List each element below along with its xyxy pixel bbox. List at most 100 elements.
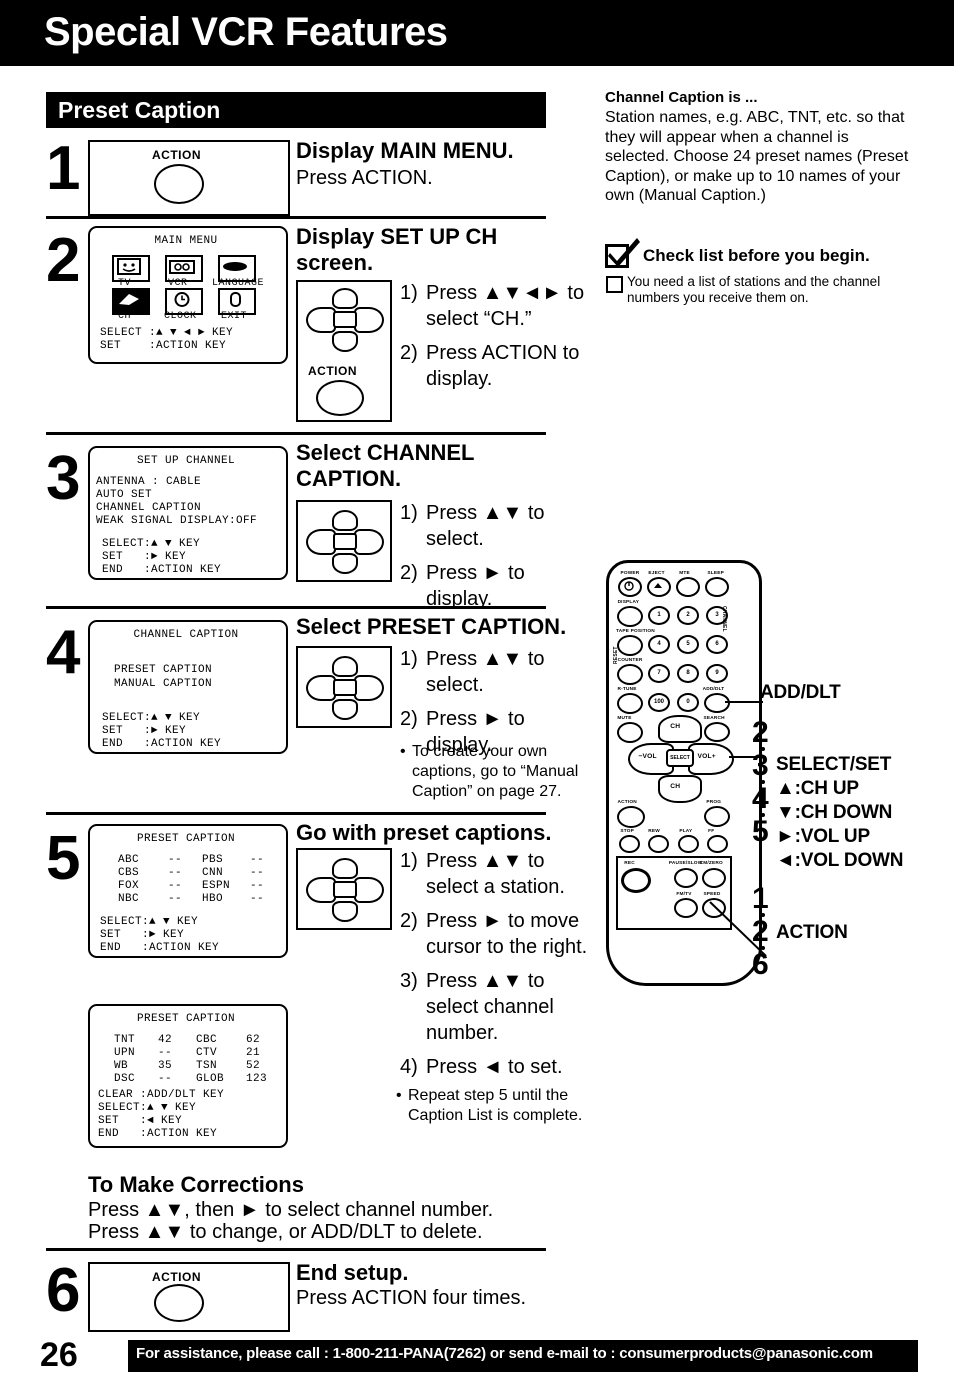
remote-key-5[interactable]: 5 <box>677 635 699 654</box>
remote-button-prog[interactable] <box>704 806 730 827</box>
osd-cell[interactable]: CTV <box>196 1047 217 1060</box>
remote-button-power[interactable] <box>618 577 642 597</box>
remote-button-add-dlt[interactable] <box>704 693 730 713</box>
remote-key-8[interactable]: 8 <box>677 664 699 683</box>
instruction-item: 1) Press ▲▼ to select a station. <box>400 850 565 898</box>
remote-key-2[interactable]: 2 <box>677 606 699 625</box>
remote-button-sleep[interactable] <box>705 577 729 597</box>
dpad-select-icon[interactable] <box>333 533 357 550</box>
remote-key-7[interactable]: 7 <box>648 664 670 683</box>
osd-cell[interactable]: 52 <box>246 1060 260 1073</box>
dpad-left-icon[interactable] <box>306 877 336 903</box>
osd-cell[interactable]: CBS <box>118 867 139 880</box>
remote-button-tape-position[interactable] <box>617 635 643 656</box>
remote-button-ff[interactable] <box>707 835 728 853</box>
osd-cell[interactable]: CBC <box>196 1034 217 1047</box>
dpad-down-icon[interactable] <box>332 901 358 922</box>
dpad-right-icon[interactable] <box>354 307 384 333</box>
dpad-cluster[interactable] <box>304 510 384 574</box>
osd-cell[interactable]: UPN <box>114 1047 135 1060</box>
osd-cell[interactable]: 21 <box>246 1047 260 1060</box>
osd-cell[interactable]: -- <box>168 893 182 906</box>
dpad-up-icon[interactable] <box>332 656 358 677</box>
step-2-action-button-icon[interactable] <box>316 380 364 416</box>
dpad-left-icon[interactable] <box>306 675 336 701</box>
remote-button-mte[interactable] <box>676 577 700 597</box>
osd-line-selected[interactable]: CHANNEL CAPTION <box>96 502 201 515</box>
remote-button-action[interactable] <box>617 806 645 828</box>
dpad-cluster[interactable] <box>304 288 384 352</box>
osd-cell[interactable]: HBO <box>202 893 223 906</box>
remote-key-6[interactable]: 6 <box>706 635 728 654</box>
osd-cell[interactable]: -- <box>250 880 264 893</box>
remote-button-play[interactable] <box>678 835 699 853</box>
dpad-down-icon[interactable] <box>332 331 358 352</box>
dpad-cluster[interactable] <box>304 656 384 720</box>
remote-button-pause-slow[interactable] <box>674 868 698 888</box>
remote-button-cm-zero[interactable] <box>702 868 726 888</box>
remote-button-display[interactable] <box>617 606 643 627</box>
osd-cell[interactable]: DSC <box>114 1073 135 1086</box>
remote-button-mute[interactable] <box>617 722 643 743</box>
osd-cell[interactable]: -- <box>158 1047 172 1060</box>
dpad-select-icon[interactable] <box>333 311 357 328</box>
remote-button-rec[interactable] <box>621 868 651 893</box>
dpad-select-icon[interactable] <box>333 679 357 696</box>
osd-cell[interactable]: -- <box>250 854 264 867</box>
osd-cell[interactable]: WB <box>114 1060 128 1073</box>
osd-cell[interactable]: -- <box>168 854 182 867</box>
osd-cell[interactable]: -- <box>250 893 264 906</box>
remote-button-r-tune[interactable] <box>617 693 643 714</box>
osd-cell[interactable]: CNN <box>202 867 223 880</box>
remote-key-9[interactable]: 9 <box>706 664 728 683</box>
dpad-up-icon[interactable] <box>332 858 358 879</box>
osd-cell[interactable]: 42 <box>158 1034 172 1047</box>
remote-button-fm-tv[interactable] <box>674 898 698 918</box>
osd-cell[interactable]: -- <box>158 1073 172 1086</box>
osd-cell[interactable]: 62 <box>246 1034 260 1047</box>
osd-cell[interactable]: -- <box>250 867 264 880</box>
dpad-right-icon[interactable] <box>354 675 384 701</box>
remote-select-button[interactable]: SELECT <box>666 749 694 767</box>
remote-key-0[interactable]: 0 <box>677 693 699 712</box>
action-button-icon[interactable] <box>154 164 204 204</box>
osd-cell-selected[interactable]: 123 <box>246 1073 267 1086</box>
dpad-down-icon[interactable] <box>332 553 358 574</box>
dpad-up-icon[interactable] <box>332 510 358 531</box>
osd-cell[interactable]: PBS <box>202 854 223 867</box>
checkbox-empty[interactable] <box>606 276 623 293</box>
osd-cell[interactable]: -- <box>168 880 182 893</box>
remote-button-search[interactable] <box>704 722 730 742</box>
osd-cell-selected[interactable]: ABC <box>118 854 139 867</box>
dpad-cluster[interactable] <box>304 858 384 922</box>
remote-button-eject[interactable] <box>647 577 671 597</box>
osd-cell[interactable]: TSN <box>196 1060 217 1073</box>
dpad-right-icon[interactable] <box>354 529 384 555</box>
dpad-right-icon[interactable] <box>354 877 384 903</box>
osd-line[interactable]: ANTENNA : CABLE <box>96 476 201 489</box>
osd-cell[interactable]: FOX <box>118 880 139 893</box>
action-button-icon[interactable] <box>154 1284 204 1322</box>
dpad-left-icon[interactable] <box>306 529 336 555</box>
remote-button-stop[interactable] <box>619 835 640 853</box>
osd-line[interactable]: AUTO SET <box>96 489 152 502</box>
osd-cell[interactable]: 35 <box>158 1060 172 1073</box>
remote-key-1[interactable]: 1 <box>648 606 670 625</box>
osd-line-selected[interactable]: PRESET CAPTION <box>114 664 212 677</box>
osd-cell[interactable]: -- <box>168 867 182 880</box>
osd-line[interactable]: MANUAL CAPTION <box>114 678 212 691</box>
corrections-line-2: Press ▲▼ to change, or ADD/DLT to delete… <box>88 1221 483 1243</box>
remote-key-100[interactable]: 100 <box>648 693 670 712</box>
dpad-left-icon[interactable] <box>306 307 336 333</box>
remote-button-counter[interactable] <box>617 664 643 685</box>
osd-line[interactable]: WEAK SIGNAL DISPLAY:OFF <box>96 515 257 528</box>
osd-cell[interactable]: TNT <box>114 1034 135 1047</box>
dpad-up-icon[interactable] <box>332 288 358 309</box>
dpad-select-icon[interactable] <box>333 881 357 898</box>
osd-cell[interactable]: NBC <box>118 893 139 906</box>
remote-key-4[interactable]: 4 <box>648 635 670 654</box>
osd-cell[interactable]: GLOB <box>196 1073 224 1086</box>
osd-cell[interactable]: ESPN <box>202 880 230 893</box>
dpad-down-icon[interactable] <box>332 699 358 720</box>
remote-button-rew[interactable] <box>648 835 669 853</box>
